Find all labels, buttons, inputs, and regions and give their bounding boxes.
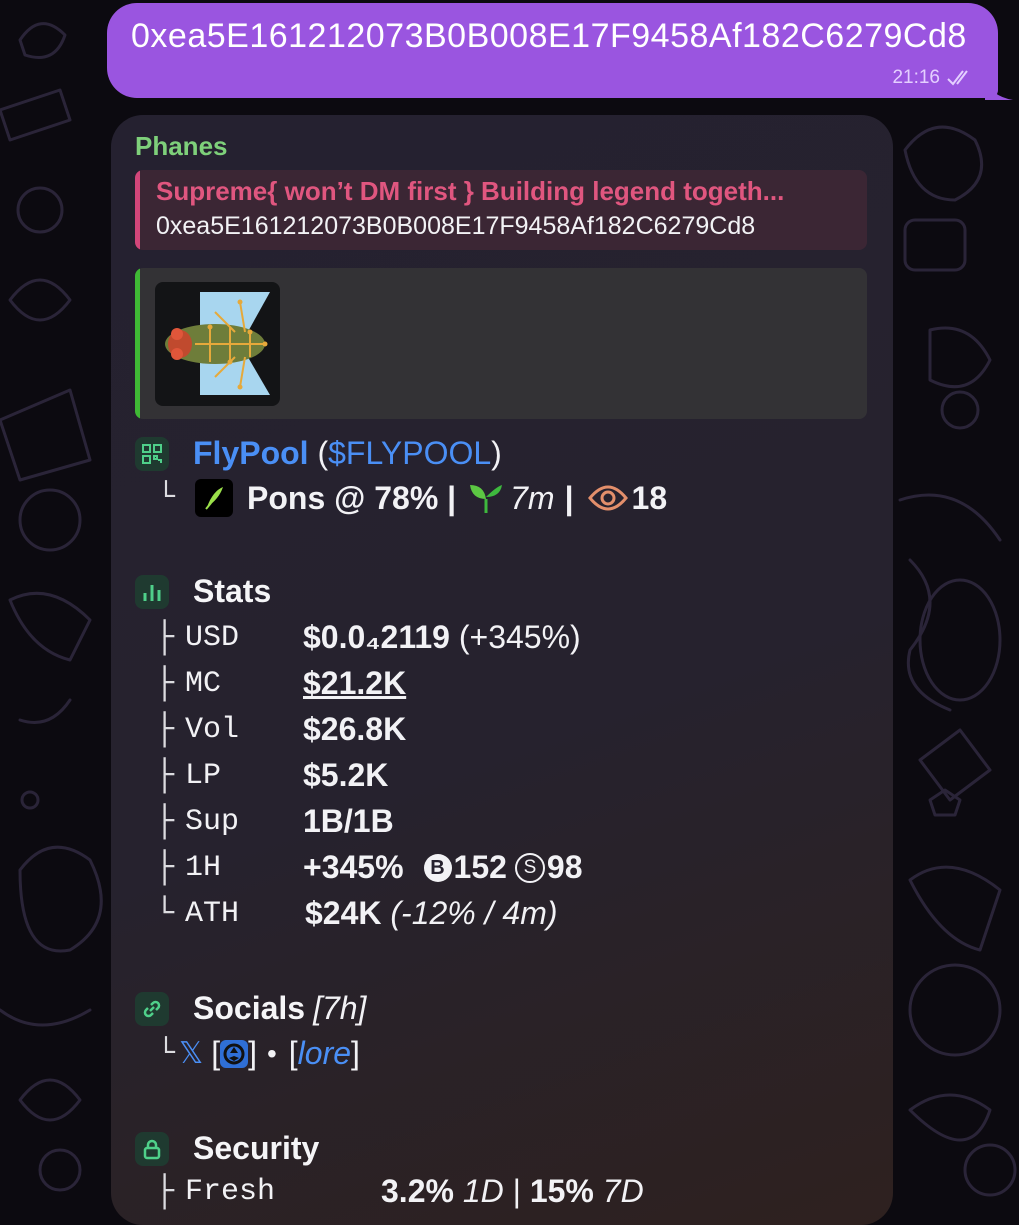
fresh-7d: 15% xyxy=(529,1173,594,1209)
outgoing-message-meta: 21:16 xyxy=(892,67,976,89)
separator: | xyxy=(512,1173,521,1209)
token-ticker-close: ) xyxy=(491,435,502,471)
stat-value: +345% B 152 S 98 xyxy=(303,849,583,886)
usd-change: (+345%) xyxy=(458,619,581,655)
token-name-link[interactable]: FlyPool xyxy=(193,435,309,471)
lock-icon xyxy=(135,1131,169,1166)
incoming-message-bubble[interactable]: Phanes Supreme{ won’t DM first } Buildin… xyxy=(111,115,893,1225)
reply-accent-bar xyxy=(135,170,140,250)
recycle-icon[interactable] xyxy=(220,1039,249,1068)
token-age: 7m xyxy=(510,479,555,516)
ath-drawdown: (-12% / 4m) xyxy=(390,895,558,931)
stat-key: ATH xyxy=(185,897,240,931)
reply-author: Supreme{ won’t DM first } Building legen… xyxy=(156,176,785,206)
fresh-1d-label: 1D xyxy=(462,1173,504,1209)
tree-branch: └ xyxy=(157,1036,176,1071)
stat-key: 1H xyxy=(185,851,222,885)
token-subline: └ Pons @ 78% | 7m | 18 xyxy=(157,479,667,517)
token-ticker-open: ( xyxy=(317,435,329,471)
tree-branch: ├ xyxy=(155,711,175,748)
sender-name[interactable]: Phanes xyxy=(135,131,228,162)
bracket-close: ] xyxy=(248,1035,257,1071)
tree-branch: ├ xyxy=(155,757,175,794)
stat-key: Sup xyxy=(185,805,240,839)
tree-branch: ├ xyxy=(155,849,175,886)
link-preview[interactable] xyxy=(135,268,867,419)
token-header: FlyPool ($FLYPOOL) xyxy=(135,435,502,472)
stat-key: MC xyxy=(185,667,222,701)
tree-branch: └ xyxy=(155,895,175,932)
sells-count: 98 xyxy=(546,849,583,885)
sells-icon: S xyxy=(514,852,545,883)
security-header: Security xyxy=(135,1130,319,1167)
stat-value: $5.2K xyxy=(303,757,389,793)
lore-close: ] xyxy=(351,1035,360,1071)
tree-branch: ├ xyxy=(155,665,175,702)
preview-accent-bar xyxy=(135,268,140,419)
ath-value: $24K xyxy=(305,895,382,931)
outgoing-bubble-tail xyxy=(985,78,1013,100)
usd-price: $0.0₄2119 xyxy=(303,619,450,655)
stat-key: Fresh xyxy=(185,1175,276,1209)
stat-value: 1B/1B xyxy=(303,803,394,839)
fresh-wallets-value: 3.2% 1D | 15% 7D xyxy=(381,1173,644,1210)
stats-header: Stats xyxy=(135,573,271,610)
x-twitter-link[interactable]: 𝕏 xyxy=(179,1036,203,1071)
hour-change: +345% xyxy=(303,849,404,885)
read-receipt-icon xyxy=(947,70,968,86)
token-ticker-link[interactable]: $FLYPOOL xyxy=(328,435,491,471)
outgoing-message-text: 0xea5E161212073B0B008E17F9458Af182C6279C… xyxy=(131,17,967,55)
outgoing-message-bubble[interactable]: 0xea5E161212073B0B008E17F9458Af182C6279C… xyxy=(107,3,998,98)
reply-text: 0xea5E161212073B0B008E17F9458Af182C6279C… xyxy=(156,212,756,240)
tree-branch: ├ xyxy=(155,619,175,656)
tree-branch: ├ xyxy=(155,1173,175,1210)
reply-quote[interactable]: Supreme{ won’t DM first } Building legen… xyxy=(135,170,867,250)
buys-count: 152 xyxy=(453,849,507,885)
view-count: 18 xyxy=(631,479,668,516)
lore-open: [ xyxy=(288,1035,298,1071)
tree-branch: └ xyxy=(157,481,176,515)
bracket-open: [ xyxy=(211,1035,221,1071)
socials-header: Socials [7h] xyxy=(135,990,366,1027)
pons-platform-icon xyxy=(195,479,234,517)
link-icon xyxy=(135,991,169,1026)
dot-separator: • xyxy=(266,1037,277,1069)
fresh-7d-label: 7D xyxy=(602,1173,644,1209)
security-title: Security xyxy=(193,1130,320,1166)
separator: | xyxy=(564,479,574,516)
outgoing-message-time: 21:16 xyxy=(892,67,940,88)
lore-link[interactable]: lore xyxy=(298,1035,351,1072)
stat-key: Vol xyxy=(185,713,240,747)
platform-progress: Pons @ 78% | xyxy=(247,479,457,516)
stat-key: LP xyxy=(185,759,222,793)
fresh-1d: 3.2% xyxy=(381,1173,454,1209)
fly-icon xyxy=(165,292,270,395)
socials-title: Socials xyxy=(193,990,306,1026)
qr-code-icon xyxy=(135,436,169,471)
market-cap-link[interactable]: $21.2K xyxy=(303,665,406,702)
stat-value: $0.0₄2119 (+345%) xyxy=(303,619,581,656)
stat-value: $24K (-12% / 4m) xyxy=(305,895,558,932)
seedling-icon xyxy=(470,485,503,513)
bar-chart-icon xyxy=(135,574,169,609)
tree-branch: ├ xyxy=(155,803,175,840)
stats-title: Stats xyxy=(193,573,272,609)
token-logo-image[interactable] xyxy=(155,282,280,406)
stat-key: USD xyxy=(185,621,240,655)
eye-icon xyxy=(587,485,628,511)
socials-age: [7h] xyxy=(313,990,367,1026)
socials-links: └ 𝕏 [ ] • [ lore ] xyxy=(157,1035,360,1072)
stat-value: $26.8K xyxy=(303,711,407,747)
buys-icon: B xyxy=(423,853,452,882)
